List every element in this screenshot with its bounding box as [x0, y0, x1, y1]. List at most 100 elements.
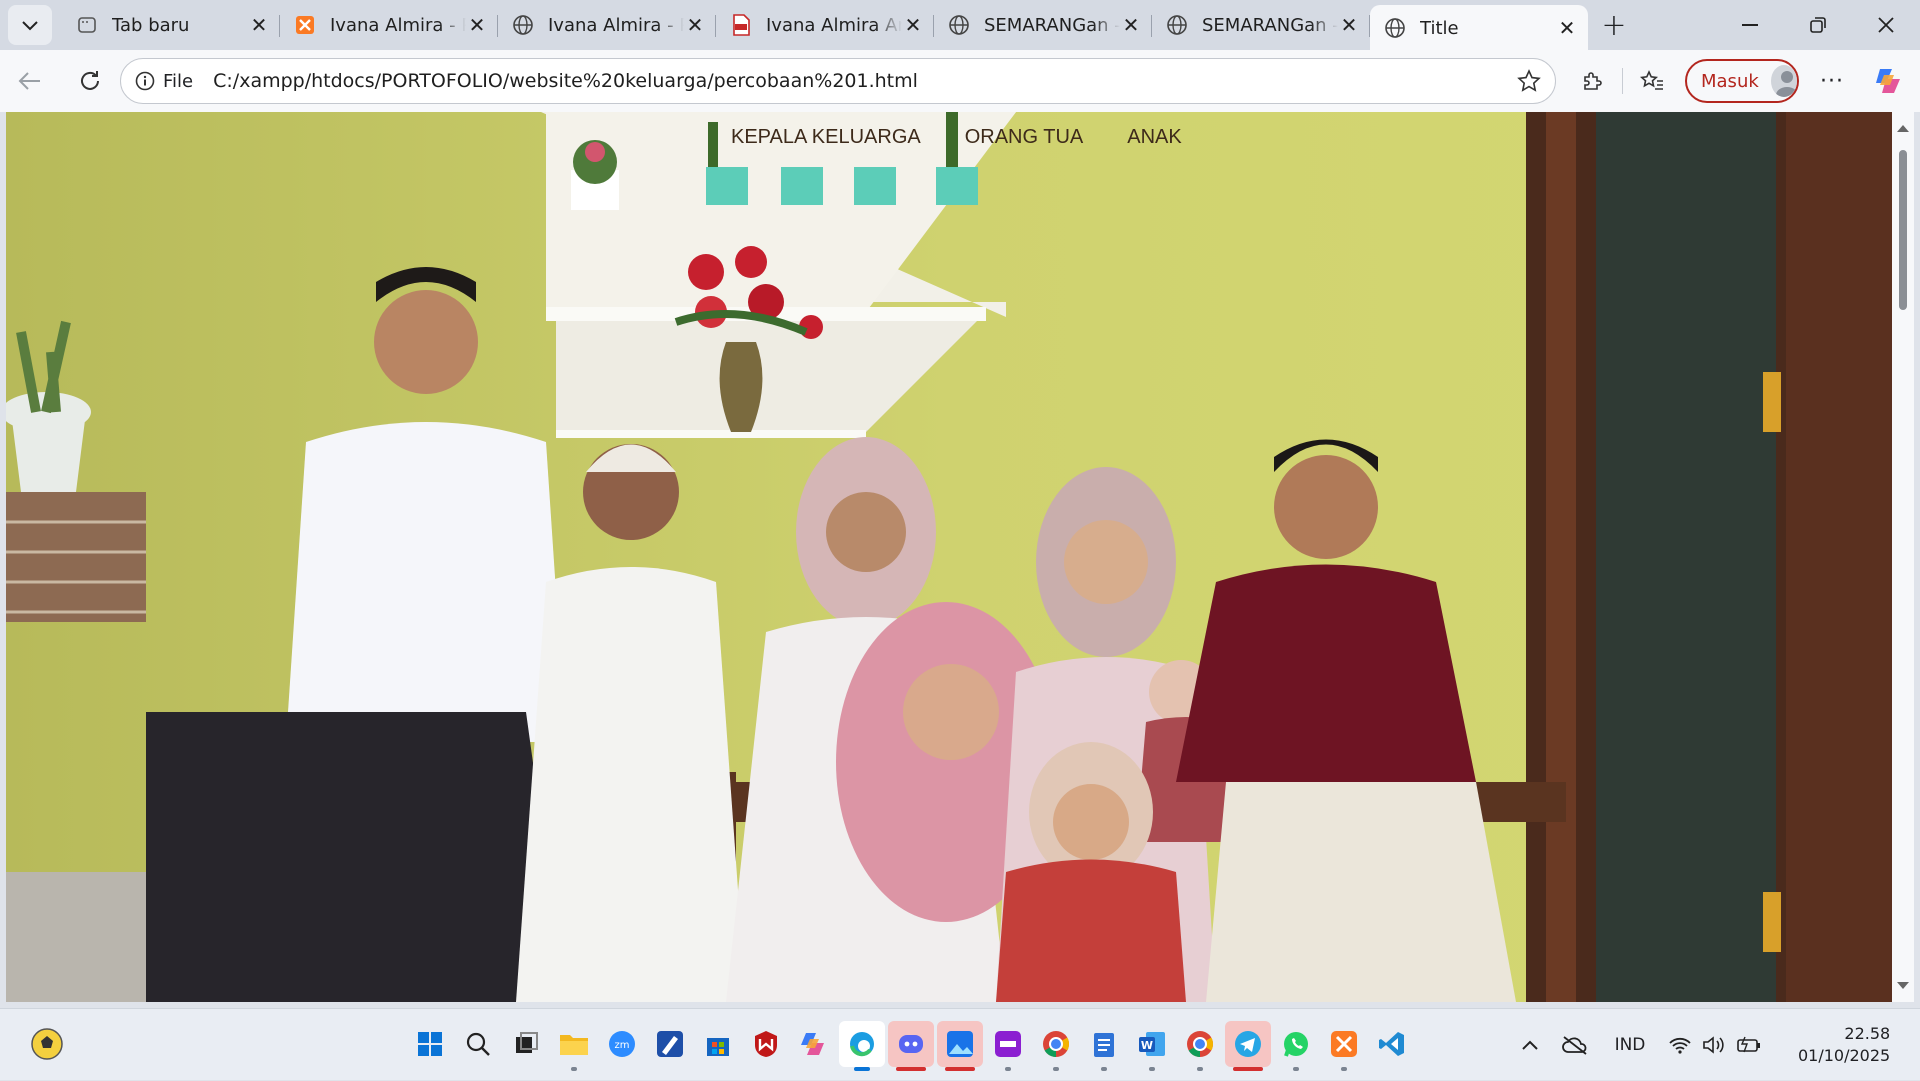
taskbar-vscode[interactable]	[1369, 1021, 1415, 1067]
system-tray: IND 22.58 01/10/2025	[1510, 1009, 1890, 1081]
capcut-icon	[995, 1031, 1021, 1057]
svg-text:zm: zm	[615, 1040, 630, 1051]
nav-anak[interactable]: ANAK	[1127, 126, 1181, 149]
taskbar-word[interactable]: W	[1129, 1021, 1175, 1071]
show-hidden-icons-button[interactable]	[1510, 1039, 1550, 1051]
reload-button[interactable]	[70, 61, 110, 101]
tab-ivana-1[interactable]: Ivana Almira - P ✕	[280, 5, 498, 45]
scroll-up-icon[interactable]	[1892, 118, 1914, 138]
battery-icon	[1737, 1036, 1760, 1053]
close-tab-icon[interactable]: ✕	[248, 13, 270, 37]
favorite-button[interactable]	[1509, 69, 1549, 93]
vertical-scrollbar[interactable]	[1892, 112, 1914, 1002]
tab-strip: Tab baru ✕ Ivana Almira - P ✕ Ivana Almi…	[0, 0, 1920, 51]
taskbar-store[interactable]	[695, 1021, 741, 1067]
clock-date: 01/10/2025	[1798, 1046, 1891, 1065]
svg-text:W: W	[1141, 1039, 1153, 1052]
close-tab-icon[interactable]: ✕	[1338, 13, 1360, 37]
back-arrow-icon	[18, 72, 40, 90]
toolbar-right: Masuk ···	[1570, 58, 1911, 104]
clock[interactable]: 22.58 01/10/2025	[1798, 1023, 1890, 1067]
taskbar-zoom[interactable]: zm	[599, 1021, 645, 1067]
start-button[interactable]	[407, 1021, 453, 1067]
scheme-label: File	[163, 70, 194, 92]
taskbar-editor[interactable]	[647, 1021, 693, 1067]
taskbar-edge[interactable]	[839, 1021, 885, 1071]
minimize-button[interactable]	[1716, 0, 1784, 50]
taskbar-whatsapp[interactable]	[1273, 1021, 1319, 1071]
taskbar-telegram[interactable]	[1225, 1021, 1271, 1071]
profile-label: Masuk	[1701, 70, 1759, 92]
taskbar-chrome-profile[interactable]	[1177, 1021, 1223, 1071]
close-tab-icon[interactable]: ✕	[684, 13, 706, 37]
network-volume-battery[interactable]	[1668, 1035, 1762, 1055]
close-tab-icon[interactable]: ✕	[1120, 13, 1142, 37]
nav-orang-tua[interactable]: ORANG TUA	[965, 126, 1084, 149]
scroll-down-icon[interactable]	[1892, 976, 1914, 996]
zoom-icon: zm	[609, 1031, 635, 1057]
favorites-button[interactable]	[1629, 58, 1675, 104]
close-tab-icon[interactable]: ✕	[466, 13, 488, 37]
language-indicator[interactable]: IND	[1600, 1035, 1660, 1055]
taskbar-copilot[interactable]	[791, 1021, 837, 1067]
tab-title: SEMARANGan -	[1202, 14, 1338, 36]
taskbar-capcut[interactable]	[985, 1021, 1031, 1071]
mcafee-icon	[755, 1031, 777, 1057]
tab-actions-menu-button[interactable]	[8, 5, 52, 45]
scrollbar-thumb[interactable]	[1899, 150, 1907, 310]
close-tab-icon[interactable]: ✕	[1556, 16, 1578, 40]
divider	[1622, 68, 1623, 94]
wifi-icon	[1669, 1037, 1691, 1054]
taskbar-mcafee[interactable]	[743, 1021, 789, 1067]
tab-ivana-2[interactable]: Ivana Almira - P ✕	[498, 5, 716, 45]
more-icon: ···	[1820, 68, 1844, 94]
new-tab-page-icon	[76, 14, 98, 36]
onedrive-status[interactable]	[1550, 1034, 1600, 1056]
word-icon: W	[1139, 1032, 1165, 1056]
edge-icon	[850, 1032, 874, 1057]
tab-title: Title	[1420, 17, 1459, 39]
widgets-button[interactable]	[24, 1021, 70, 1067]
close-tab-icon[interactable]: ✕	[902, 13, 924, 37]
tab-title: SEMARANGan -	[984, 14, 1120, 36]
vscode-icon	[1379, 1032, 1404, 1056]
tab-title-active[interactable]: Title ✕	[1370, 5, 1588, 51]
window-controls	[1716, 0, 1920, 50]
copilot-button[interactable]	[1865, 58, 1911, 104]
taskbar-discord[interactable]	[888, 1021, 934, 1071]
taskbar-xampp[interactable]	[1321, 1021, 1367, 1071]
taskbar-notepad[interactable]	[1081, 1021, 1127, 1071]
nav-kepala-keluarga[interactable]: KEPALA KELUARGA	[731, 126, 921, 149]
more-menu-button[interactable]: ···	[1809, 58, 1855, 104]
volume-icon	[1703, 1036, 1724, 1054]
url-text[interactable]: C:/xampp/htdocs/PORTOFOLIO/website%20kel…	[213, 70, 1509, 92]
address-bar[interactable]: File C:/xampp/htdocs/PORTOFOLIO/website%…	[120, 58, 1556, 104]
chrome-icon	[1187, 1031, 1214, 1058]
store-icon	[707, 1038, 729, 1056]
restore-icon	[1810, 17, 1826, 33]
profile-button[interactable]: Masuk	[1685, 59, 1799, 103]
close-window-button[interactable]	[1852, 0, 1920, 50]
tab-semarangan-1[interactable]: SEMARANGan - ✕	[934, 5, 1152, 45]
new-tab-button[interactable]: +	[1594, 5, 1634, 45]
tab-ivana-pdf[interactable]: Ivana Almira An ✕	[716, 5, 934, 45]
taskbar-file-explorer[interactable]	[551, 1021, 597, 1071]
search-icon	[466, 1032, 490, 1056]
search-button[interactable]	[455, 1021, 501, 1067]
task-view-button[interactable]	[503, 1021, 549, 1067]
copilot-icon	[1876, 69, 1900, 93]
puzzle-icon	[1584, 72, 1602, 90]
restore-button[interactable]	[1784, 0, 1852, 50]
tab-new[interactable]: Tab baru ✕	[62, 5, 280, 45]
taskbar-photos[interactable]	[937, 1021, 983, 1071]
extensions-button[interactable]	[1570, 58, 1616, 104]
back-button[interactable]	[10, 61, 50, 101]
site-info-button[interactable]: File	[135, 71, 193, 92]
taskbar-chrome[interactable]	[1033, 1021, 1079, 1071]
weather-ball-icon	[31, 1028, 63, 1060]
chevron-down-icon	[22, 21, 38, 31]
globe-icon	[512, 14, 534, 36]
tab-semarangan-2[interactable]: SEMARANGan - ✕	[1152, 5, 1370, 45]
info-icon	[135, 71, 155, 91]
minimize-icon	[1742, 24, 1758, 26]
